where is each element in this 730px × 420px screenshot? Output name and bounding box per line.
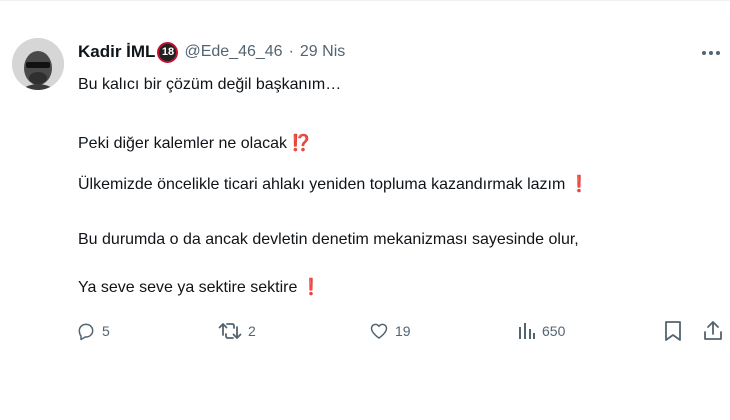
avatar[interactable] [12,38,64,90]
tweet-paragraph: Ülkemizde öncelikle ticari ahlakı yenide… [78,176,590,193]
views-button[interactable]: 650 [518,316,565,346]
avatar-photo [12,38,64,90]
bookmark-button[interactable] [664,316,682,346]
repost-count: 2 [248,323,256,339]
repost-button[interactable]: 2 [218,316,256,346]
more-options-icon[interactable] [700,42,722,64]
age-badge-icon: 18 [157,41,179,63]
tweet-date[interactable]: 29 Nis [300,43,345,61]
tweet-paragraph: Peki diğer kalemler ne olacak ⁉️ [78,135,311,152]
top-divider [0,0,730,1]
like-count: 19 [395,323,411,339]
share-button[interactable] [703,316,723,346]
tweet-paragraph: Bu durumda o da ancak devletin denetim m… [78,231,579,248]
analytics-icon [519,323,535,339]
action-bar: 5 2 19 650 [0,316,730,346]
exclamation-emoji: ❗️ [301,279,322,296]
author-handle[interactable]: @Ede_46_46 [184,43,282,61]
reply-button[interactable]: 5 [76,316,110,346]
reply-icon [78,323,94,341]
interrobang-emoji: ⁉️ [291,135,311,152]
exclamation-emoji: ❗️ [569,176,590,193]
repost-icon [218,323,242,339]
author-name[interactable]: Kadir İML [78,42,155,62]
like-button[interactable]: 19 [369,316,411,346]
bookmark-icon [665,321,681,341]
tweet-header: Kadir İML 18 @Ede_46_46 · 29 Nis [78,40,345,64]
share-icon [704,321,722,340]
view-count: 650 [542,323,566,339]
separator-dot: · [288,43,294,60]
tweet-paragraph: Ya seve seve ya sektire sektire ❗️ [78,279,322,296]
reply-count: 5 [102,323,110,339]
tweet-paragraph: Bu kalıcı bir çözüm değil başkanım… [78,76,342,93]
heart-icon [370,323,388,339]
